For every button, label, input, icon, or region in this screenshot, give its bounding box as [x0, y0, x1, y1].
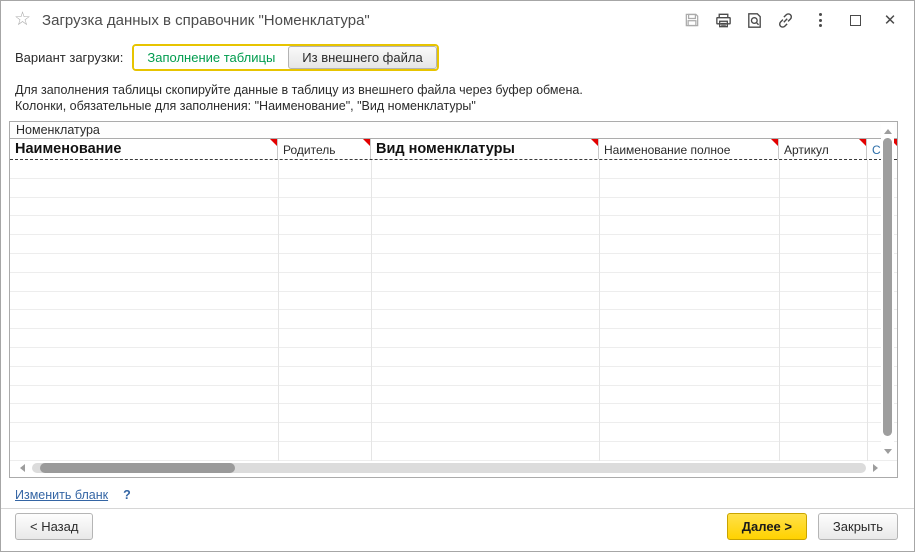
table-group-header: Номенклатура — [10, 122, 897, 139]
load-variant-label: Вариант загрузки: — [15, 50, 123, 65]
preview-icon[interactable] — [744, 10, 764, 30]
back-button[interactable]: < Назад — [15, 513, 93, 540]
save-icon[interactable] — [682, 10, 702, 30]
close-icon[interactable]: ✕ — [880, 10, 900, 30]
column-header-full-name[interactable]: Наименование полное — [599, 139, 779, 159]
scroll-left-icon[interactable] — [18, 463, 27, 472]
link-row: Изменить бланк ? — [15, 488, 131, 502]
grid-line — [867, 160, 868, 461]
edit-form-link[interactable]: Изменить бланк — [15, 488, 108, 502]
table-row[interactable] — [10, 179, 897, 198]
table-row[interactable] — [10, 310, 897, 329]
grid-line — [278, 160, 279, 461]
help-icon[interactable]: ? — [123, 488, 131, 502]
link-icon[interactable] — [775, 10, 795, 30]
page-title: Загрузка данных в справочник "Номенклату… — [42, 12, 682, 29]
required-marker-icon — [591, 139, 598, 146]
table-row[interactable] — [10, 254, 897, 273]
table-row[interactable] — [10, 442, 897, 461]
table-row[interactable] — [10, 348, 897, 367]
more-menu-icon[interactable] — [810, 10, 830, 30]
tab-from-external-file[interactable]: Из внешнего файла — [288, 46, 436, 69]
scroll-down-icon[interactable] — [883, 447, 892, 456]
maximize-icon[interactable] — [845, 10, 865, 30]
grid-line — [779, 160, 780, 461]
table-row[interactable] — [10, 235, 897, 254]
load-variant-row: Вариант загрузки: Заполнение таблицы Из … — [15, 44, 439, 71]
table-row[interactable] — [10, 198, 897, 217]
print-icon[interactable] — [713, 10, 733, 30]
table-row[interactable] — [10, 273, 897, 292]
load-variant-switch: Заполнение таблицы Из внешнего файла — [132, 44, 438, 71]
grid-line — [599, 160, 600, 461]
table-row[interactable] — [10, 404, 897, 423]
vertical-scrollbar[interactable] — [881, 124, 894, 459]
next-button[interactable]: Далее > — [727, 513, 807, 540]
required-marker-icon — [270, 139, 277, 146]
nomenclature-table: Номенклатура Наименование Родитель Вид н… — [9, 121, 898, 478]
required-marker-icon — [363, 139, 370, 146]
table-row[interactable] — [10, 367, 897, 386]
horizontal-scrollbar[interactable] — [12, 461, 880, 475]
instruction-line-2: Колонки, обязательные для заполнения: "Н… — [15, 98, 900, 114]
footer-separator — [1, 508, 914, 509]
instructions: Для заполнения таблицы скопируйте данные… — [15, 82, 900, 114]
table-row[interactable] — [10, 329, 897, 348]
scroll-up-icon[interactable] — [883, 127, 892, 136]
scroll-right-icon[interactable] — [871, 463, 880, 472]
required-marker-icon — [771, 139, 778, 146]
table-row[interactable] — [10, 216, 897, 235]
column-header-kind[interactable]: Вид номенклатуры — [371, 139, 599, 159]
table-row[interactable] — [10, 423, 897, 442]
titlebar-toolbar: ✕ — [682, 10, 900, 30]
table-row[interactable] — [10, 386, 897, 405]
table-body[interactable] — [10, 160, 897, 461]
table-header-row: Наименование Родитель Вид номенклатуры Н… — [10, 139, 897, 160]
favorite-star-icon[interactable]: ☆ — [14, 10, 31, 29]
column-header-parent[interactable]: Родитель — [278, 139, 371, 159]
close-button[interactable]: Закрыть — [818, 513, 898, 540]
dialog-window: ☆ Загрузка данных в справочник "Номенкла… — [0, 0, 915, 552]
vertical-scrollbar-thumb[interactable] — [883, 138, 892, 436]
horizontal-scrollbar-track[interactable] — [32, 463, 866, 473]
grid-line — [371, 160, 372, 461]
title-bar: ☆ Загрузка данных в справочник "Номенкла… — [1, 1, 914, 39]
tab-fill-table[interactable]: Заполнение таблицы — [134, 46, 288, 69]
horizontal-scrollbar-thumb[interactable] — [40, 463, 235, 473]
column-header-article[interactable]: Артикул — [779, 139, 867, 159]
required-marker-icon — [859, 139, 866, 146]
table-row[interactable] — [10, 292, 897, 311]
table-row[interactable] — [10, 160, 897, 179]
column-header-name[interactable]: Наименование — [10, 139, 278, 159]
instruction-line-1: Для заполнения таблицы скопируйте данные… — [15, 82, 900, 98]
